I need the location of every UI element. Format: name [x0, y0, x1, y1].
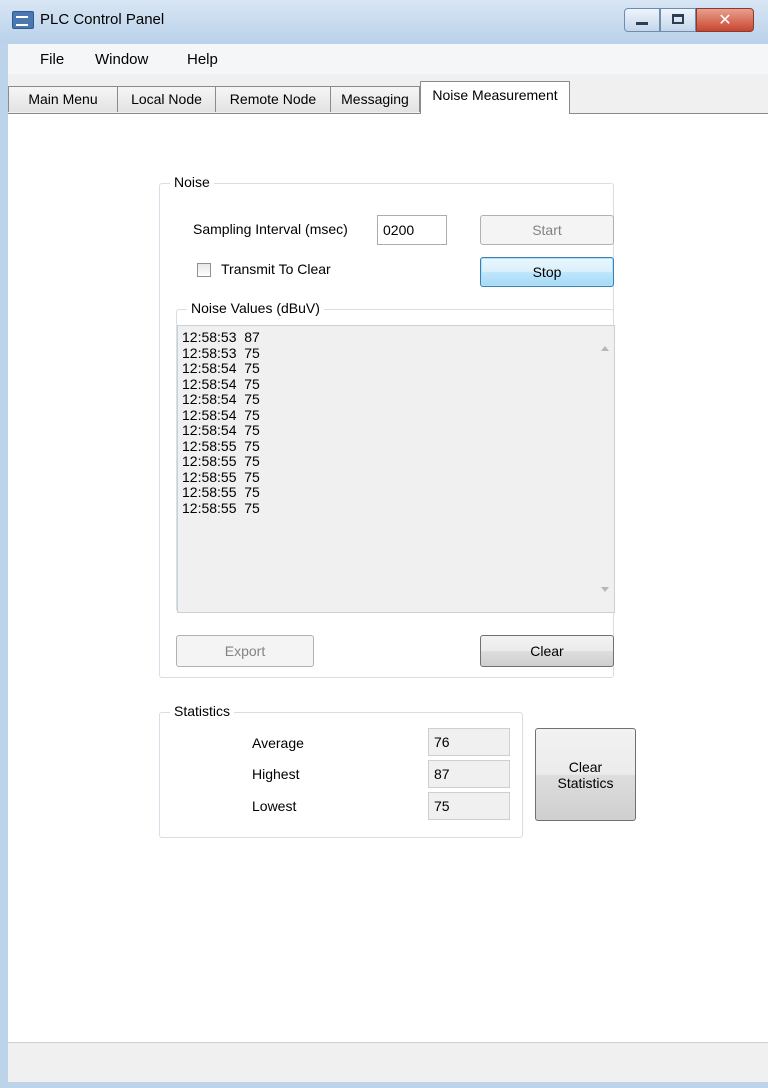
list-item[interactable]: 12:58:54 75 — [178, 407, 614, 424]
application-window: PLC Control Panel ✕ File Window Help Mai… — [0, 0, 768, 1088]
minimize-button[interactable] — [624, 8, 660, 32]
list-item[interactable]: 12:58:54 75 — [178, 391, 614, 408]
clear-statistics-label-line2: Statistics — [557, 774, 614, 791]
clear-statistics-button[interactable]: Clear Statistics — [535, 728, 636, 821]
scroll-up-arrow-icon[interactable] — [601, 346, 609, 351]
list-scrollbar[interactable] — [596, 326, 614, 612]
close-button[interactable]: ✕ — [696, 8, 754, 32]
scroll-down-arrow-icon[interactable] — [601, 587, 609, 592]
noise-values-items: 12:58:53 87 12:58:53 75 12:58:54 75 12:58:5… — [178, 326, 614, 516]
maximize-icon — [672, 14, 684, 24]
tab-messaging[interactable]: Messaging — [330, 86, 420, 112]
menu-window[interactable]: Window — [95, 51, 148, 68]
app-icon — [12, 11, 34, 29]
noise-values-list[interactable]: 12:58:53 87 12:58:53 75 12:58:54 75 12:58:5… — [177, 325, 615, 613]
tab-main-menu[interactable]: Main Menu — [8, 86, 118, 112]
start-button[interactable]: Start — [480, 215, 614, 245]
list-item[interactable]: 12:58:55 75 — [178, 438, 614, 455]
tab-content-noise-measurement: Noise Sampling Interval (msec) Start Tra… — [8, 113, 768, 1043]
list-item[interactable]: 12:58:54 75 — [178, 422, 614, 439]
sampling-interval-input[interactable] — [377, 215, 447, 245]
highest-value — [428, 760, 510, 788]
list-item[interactable]: 12:58:54 75 — [178, 360, 614, 377]
list-item[interactable]: 12:58:54 75 — [178, 376, 614, 393]
menu-help[interactable]: Help — [187, 51, 218, 68]
noise-group: Noise Sampling Interval (msec) Start Tra… — [159, 174, 615, 678]
tab-local-node[interactable]: Local Node — [117, 86, 216, 112]
minimize-icon — [636, 22, 648, 25]
list-item[interactable]: 12:58:55 75 — [178, 469, 614, 486]
window-title: PLC Control Panel — [40, 11, 165, 28]
statistics-group: Statistics Average Highest Lowest — [159, 703, 523, 838]
noise-values-label: Noise Values (dBuV) — [187, 300, 324, 316]
list-item[interactable]: 12:58:55 75 — [178, 500, 614, 517]
lowest-value — [428, 792, 510, 820]
statistics-group-label: Statistics — [170, 703, 235, 719]
stop-button[interactable]: Stop — [480, 257, 614, 287]
list-item[interactable]: 12:58:55 75 — [178, 484, 614, 501]
noise-group-label: Noise — [170, 174, 214, 190]
export-button[interactable]: Export — [176, 635, 314, 667]
average-value — [428, 728, 510, 756]
clear-statistics-label-line1: Clear — [568, 758, 603, 775]
transmit-to-clear-label[interactable]: Transmit To Clear — [221, 261, 331, 277]
maximize-button[interactable] — [660, 8, 696, 32]
close-icon: ✕ — [718, 10, 732, 29]
status-bar — [8, 1042, 768, 1083]
clear-button[interactable]: Clear — [480, 635, 614, 667]
noise-values-group: Noise Values (dBuV) 12:58:53 87 12:58:53 … — [176, 300, 615, 613]
list-item[interactable]: 12:58:55 75 — [178, 453, 614, 470]
window-bottom-border — [0, 1082, 768, 1088]
tab-noise-measurement[interactable]: Noise Measurement — [420, 81, 570, 114]
average-label: Average — [252, 735, 304, 751]
list-item[interactable]: 12:58:53 87 — [178, 329, 614, 346]
tab-remote-node[interactable]: Remote Node — [215, 86, 331, 112]
menu-file[interactable]: File — [40, 51, 64, 68]
title-bar[interactable]: PLC Control Panel ✕ — [0, 0, 768, 44]
tab-strip: Main Menu Local Node Remote Node Messagi… — [8, 74, 768, 114]
sampling-interval-label: Sampling Interval (msec) — [193, 221, 348, 237]
list-item[interactable]: 12:58:53 75 — [178, 345, 614, 362]
lowest-label: Lowest — [252, 798, 297, 814]
highest-label: Highest — [252, 766, 300, 782]
transmit-to-clear-checkbox[interactable] — [197, 263, 211, 277]
menu-bar: File Window Help — [8, 44, 768, 74]
